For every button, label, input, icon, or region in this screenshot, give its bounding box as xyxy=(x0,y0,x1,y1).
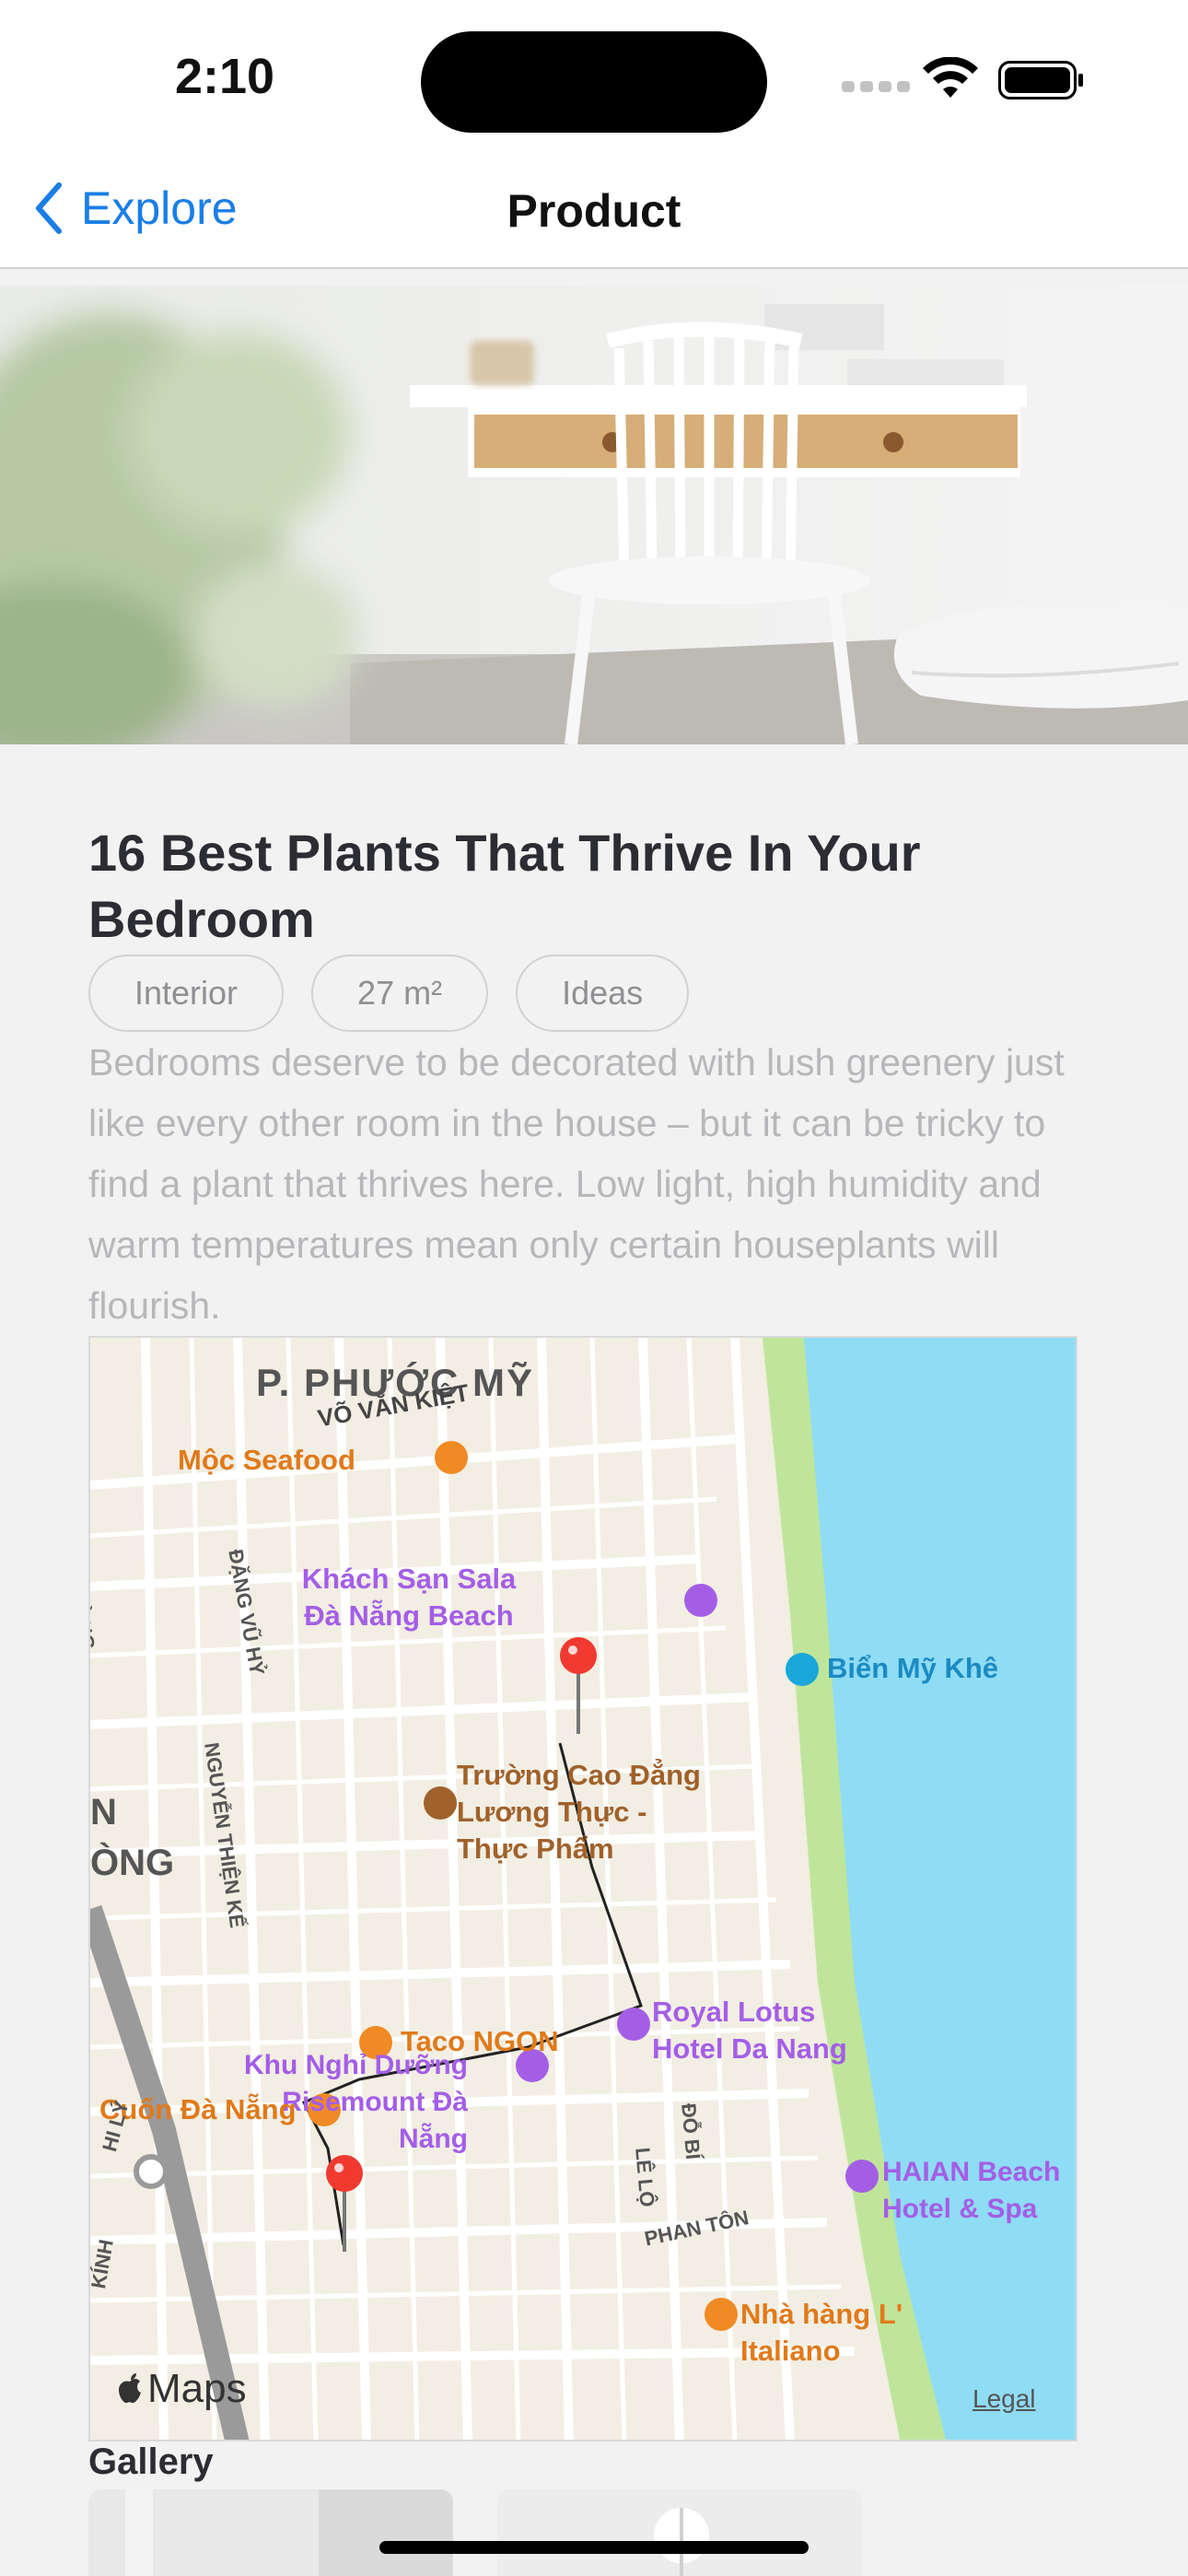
pizza-icon xyxy=(705,2298,738,2331)
school-icon xyxy=(424,1786,457,1820)
status-time: 2:10 xyxy=(175,49,275,104)
status-bar: 2:10 xyxy=(0,0,1188,147)
article-title: 16 Best Plants That Thrive In Your Bedro… xyxy=(88,824,921,948)
battery-icon xyxy=(998,61,1083,100)
beach-icon xyxy=(786,1653,819,1686)
home-indicator[interactable] xyxy=(379,2541,809,2554)
apple-logo-icon xyxy=(119,2373,141,2404)
hero-image xyxy=(0,286,1188,744)
map-edge-label: ÒNG xyxy=(90,1843,175,1883)
maps-logo-text: Maps xyxy=(147,2366,247,2411)
seafood-icon xyxy=(435,1441,468,1474)
map-place-royal-lotus[interactable]: Royal Lotus Hotel Da Nang xyxy=(652,1994,873,2067)
map-street-le-lo: LÊ LỘ xyxy=(631,2146,659,2208)
hotel-icon xyxy=(845,2160,879,2193)
gallery-title: Gallery xyxy=(88,2441,214,2482)
tag-area[interactable]: 27 m² xyxy=(311,954,489,1032)
navigation-bar: Explore Product xyxy=(0,147,1188,269)
map-view[interactable]: P. PHƯỚC MỸ Mộc Seafood VÕ VĂN KIỆT Khác… xyxy=(88,1336,1077,2441)
map-place-nha-hang-italiano[interactable]: Nhà hàng L' Italiano xyxy=(740,2296,925,2370)
cellular-signal-icon xyxy=(842,81,910,92)
map-place-khach-san-sala[interactable]: Khách Sạn Sala Đà Nẵng Beach xyxy=(289,1561,529,1634)
map-place-moc-seafood[interactable]: Mộc Seafood xyxy=(178,1446,355,1474)
maps-logo: Maps xyxy=(116,2366,247,2412)
article-description: Bedrooms deserve to be decorated with lu… xyxy=(88,1041,1065,1327)
page-title: Product xyxy=(507,185,681,237)
map-legal-link[interactable]: Legal xyxy=(973,2384,1036,2414)
tag-ideas[interactable]: Ideas xyxy=(516,954,690,1032)
map-edge-label: N xyxy=(90,1792,117,1832)
wifi-icon xyxy=(923,57,978,98)
map-place-truong-cao-dang[interactable]: Trường Cao Đẳng Lương Thực - Thực Phẩm xyxy=(457,1757,724,1868)
gallery-thumbnail[interactable] xyxy=(88,2489,453,2576)
map-place-bien-my-khe[interactable]: Biển Mỹ Khê xyxy=(827,1654,998,1682)
dynamic-island xyxy=(421,31,767,133)
tag-interior[interactable]: Interior xyxy=(88,954,285,1032)
tag-list: Interior 27 m² Ideas xyxy=(88,954,690,1032)
hotel-icon xyxy=(684,1584,717,1617)
hotel-icon xyxy=(617,2008,650,2041)
map-place-haian-beach[interactable]: HAIAN Beach Hotel & Spa xyxy=(882,2154,1076,2228)
map-street-do-bi: ĐỖ BÍ xyxy=(677,2102,705,2160)
gallery-thumbnail[interactable] xyxy=(497,2489,862,2576)
